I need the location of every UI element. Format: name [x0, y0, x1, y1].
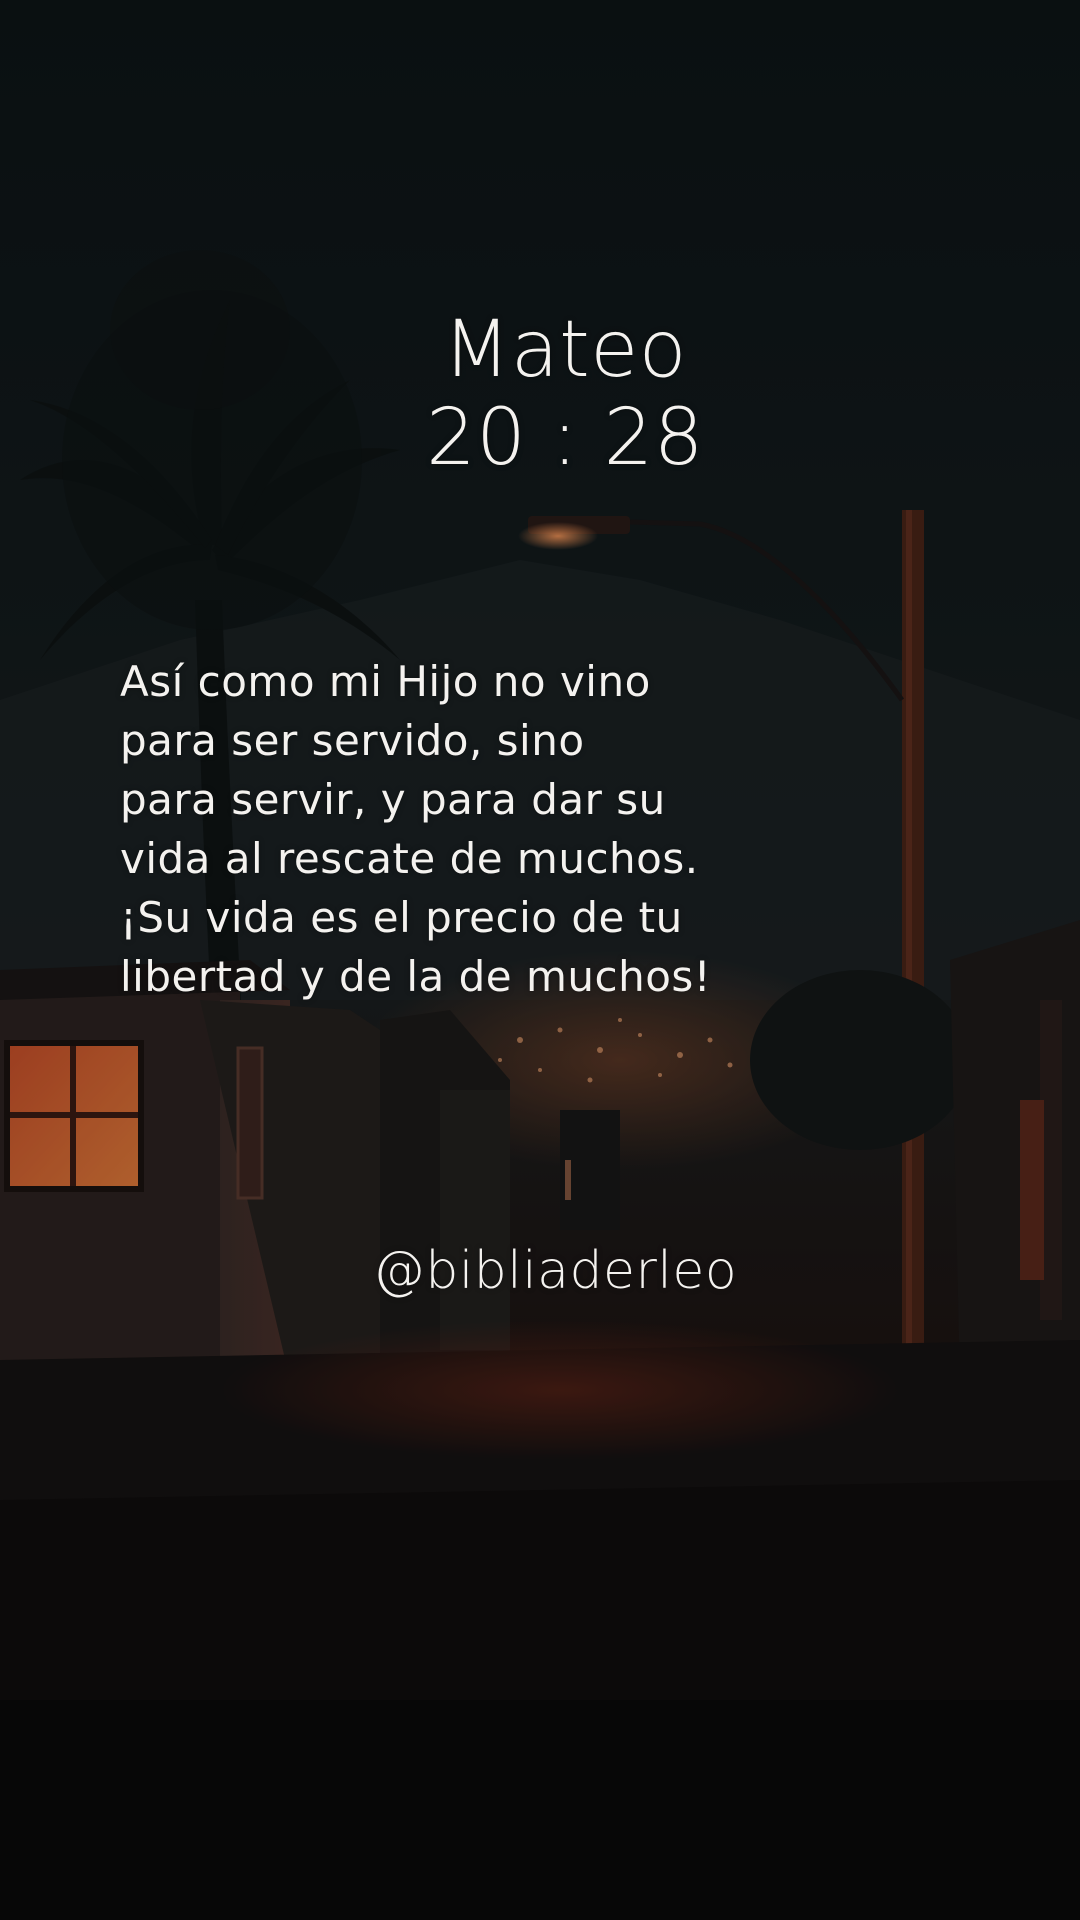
verse-line: Así como mi Hijo no vino — [120, 657, 651, 706]
verse-text: Así como mi Hijo no vino para ser servid… — [120, 652, 760, 1006]
verse-line: ¡Su vida es el precio de tu — [120, 893, 683, 942]
account-handle: @bibliaderleo — [372, 1241, 738, 1301]
verse-line: libertad y de la de muchos! — [120, 952, 712, 1001]
verse-line: para servir, y para dar su — [120, 775, 666, 824]
verse-line: vida al rescate de muchos. — [120, 834, 699, 883]
scripture-chapter-verse: 20 : 28 — [426, 393, 704, 483]
background-scene: Mateo 20 : 28 Así como mi Hijo no vino p… — [0, 0, 1080, 1920]
scripture-book: Mateo — [443, 305, 687, 395]
verse-line: para ser servido, sino — [120, 716, 585, 765]
